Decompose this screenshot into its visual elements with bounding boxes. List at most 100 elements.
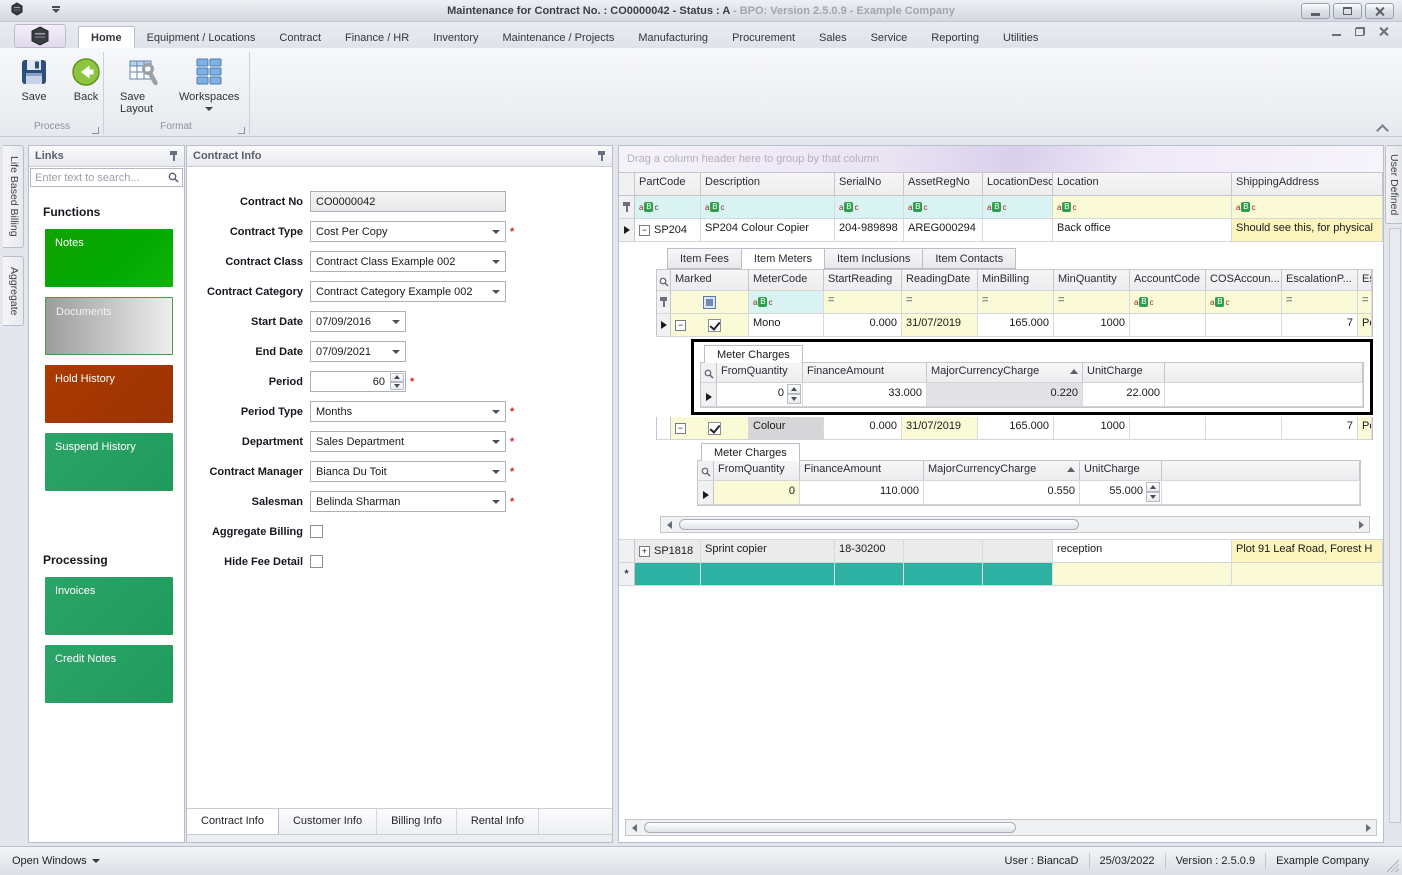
ribbon-tab-service[interactable]: Service (859, 27, 920, 48)
end-date-picker[interactable]: 07/09/2021 (310, 341, 406, 362)
cell-cosaccount[interactable] (1206, 417, 1282, 439)
cell-escalationp[interactable]: 7 (1282, 417, 1358, 439)
cell-financeamount[interactable]: 110.000 (800, 481, 924, 504)
spinner-icon[interactable] (1146, 482, 1160, 502)
cell-fromquantity[interactable]: 0 (717, 383, 803, 406)
column-header-description[interactable]: Description (701, 173, 835, 195)
filter-description[interactable]: aBc (701, 196, 835, 218)
workspaces-button[interactable]: Workspaces (180, 54, 238, 117)
department-dropdown[interactable]: Sales Department (310, 431, 506, 452)
maximize-button[interactable] (1333, 3, 1362, 19)
cell-locationdesc[interactable] (983, 219, 1053, 241)
tab-rental-info[interactable]: Rental Info (457, 809, 539, 834)
mdi-close-icon[interactable] (1379, 27, 1388, 36)
column-header-esca[interactable]: Esca (1358, 270, 1372, 290)
pin-icon[interactable] (597, 150, 606, 162)
ribbon-tab-equipment-locations[interactable]: Equipment / Locations (135, 27, 268, 48)
cell-cosaccount[interactable] (1206, 314, 1282, 336)
contract-class-dropdown[interactable]: Contract Class Example 002 (310, 251, 506, 272)
cell-majorcurrencycharge[interactable]: 0.550 (924, 481, 1080, 504)
cell-accountcode[interactable] (1130, 417, 1206, 439)
search-icon[interactable] (701, 467, 711, 477)
filter-minbilling[interactable]: = (978, 291, 1054, 313)
new-cell-assetregno[interactable] (904, 563, 983, 585)
cell-partcode[interactable]: +SP1818 (635, 540, 701, 562)
tab-item-inclusions[interactable]: Item Inclusions (824, 248, 922, 269)
new-cell-partcode[interactable] (635, 563, 701, 585)
cell-financeamount[interactable]: 33.000 (803, 383, 927, 406)
column-header-location[interactable]: Location (1053, 173, 1232, 195)
filter-location[interactable]: aBc (1053, 196, 1232, 218)
ribbon-tab-sales[interactable]: Sales (807, 27, 859, 48)
spinner-icon[interactable] (787, 384, 801, 404)
ribbon-tab-maintenance-projects[interactable]: Maintenance / Projects (490, 27, 626, 48)
cell-escalationp[interactable]: 7 (1282, 314, 1358, 336)
cell-assetregno[interactable]: AREG000294 (904, 219, 983, 241)
collapse-icon[interactable]: − (675, 423, 686, 434)
marked-checkbox[interactable] (708, 319, 721, 332)
cell-minquantity[interactable]: 1000 (1054, 314, 1130, 336)
aggregate-billing-checkbox[interactable] (310, 525, 323, 538)
cell-marked[interactable]: − (671, 417, 749, 439)
contract-manager-dropdown[interactable]: Bianca Du Toit (310, 461, 506, 482)
cell-esca[interactable]: Perc (1358, 314, 1372, 336)
cell-assetregno[interactable] (904, 540, 983, 562)
column-header-fromquantity[interactable]: FromQuantity (717, 363, 803, 382)
credit-notes-button[interactable]: Credit Notes (45, 645, 173, 703)
filter-startreading[interactable]: = (824, 291, 902, 313)
cell-minquantity[interactable]: 1000 (1054, 417, 1130, 439)
pin-icon[interactable] (169, 150, 178, 162)
cell-description[interactable]: Sprint copier (701, 540, 835, 562)
group-by-bar[interactable]: Drag a column header here to group by th… (619, 146, 1383, 173)
filter-metercode[interactable]: aBc (749, 291, 824, 313)
documents-button[interactable]: Documents (45, 297, 173, 355)
scrollbar-thumb[interactable] (679, 519, 1079, 530)
tab-life-based-billing[interactable]: Life Based Billing (3, 145, 24, 248)
filter-esca[interactable]: = (1358, 291, 1372, 313)
cell-startreading[interactable]: 0.000 (824, 417, 902, 439)
scroll-left-icon[interactable] (661, 521, 677, 529)
contract-no-field[interactable]: CO0000042 (310, 191, 506, 212)
column-header-majorcurrencycharge[interactable]: MajorCurrencyCharge (927, 363, 1083, 382)
scroll-left-icon[interactable] (626, 824, 642, 832)
collapse-icon[interactable]: − (675, 320, 686, 331)
tab-item-fees[interactable]: Item Fees (667, 248, 741, 269)
tab-meter-charges[interactable]: Meter Charges (704, 345, 803, 363)
ribbon-tab-home[interactable]: Home (78, 26, 135, 48)
start-date-picker[interactable]: 07/09/2016 (310, 311, 406, 332)
column-header-unitcharge[interactable]: UnitCharge (1080, 461, 1162, 480)
cell-readingdate[interactable]: 31/07/2019 (902, 314, 978, 336)
scrollbar-thumb[interactable] (644, 822, 1016, 833)
filter-serialno[interactable]: aBc (835, 196, 904, 218)
column-header-financeamount[interactable]: FinanceAmount (803, 363, 927, 382)
hide-fee-detail-checkbox[interactable] (310, 555, 323, 568)
column-header-serialno[interactable]: SerialNo (835, 173, 904, 195)
back-button[interactable]: Back (64, 54, 108, 105)
minimize-button[interactable] (1301, 3, 1330, 19)
column-header-financeamount[interactable]: FinanceAmount (800, 461, 924, 480)
spinner-icon[interactable] (390, 373, 404, 390)
column-header-assetregno[interactable]: AssetRegNo (904, 173, 983, 195)
cell-metercode[interactable]: Mono (749, 314, 824, 336)
filter-cosaccount[interactable]: aBc (1206, 291, 1282, 313)
cell-location[interactable]: Back office (1053, 219, 1232, 241)
column-header-locationdesc[interactable]: LocationDesc (983, 173, 1053, 195)
ribbon-tab-contract[interactable]: Contract (267, 27, 333, 48)
column-header-minbilling[interactable]: MinBilling (978, 270, 1054, 290)
column-header-unitcharge[interactable]: UnitCharge (1083, 363, 1165, 382)
cell-minbilling[interactable]: 165.000 (978, 314, 1054, 336)
filter-minquantity[interactable]: = (1054, 291, 1130, 313)
open-windows-button[interactable]: Open Windows (12, 855, 100, 867)
cell-fromquantity[interactable]: 0 (714, 481, 800, 504)
new-cell-description[interactable] (701, 563, 835, 585)
tab-meter-charges[interactable]: Meter Charges (701, 443, 800, 461)
salesman-dropdown[interactable]: Belinda Sharman (310, 491, 506, 512)
contract-category-dropdown[interactable]: Contract Category Example 002 (310, 281, 506, 302)
column-header-marked[interactable]: Marked (671, 270, 749, 290)
tab-aggregate[interactable]: Aggregate (3, 256, 24, 326)
search-icon[interactable] (659, 277, 669, 287)
column-header-accountcode[interactable]: AccountCode (1130, 270, 1206, 290)
cell-partcode[interactable]: −SP204 (635, 219, 701, 241)
column-header-partcode[interactable]: PartCode (635, 173, 701, 195)
process-dialog-launcher-icon[interactable] (92, 127, 99, 134)
